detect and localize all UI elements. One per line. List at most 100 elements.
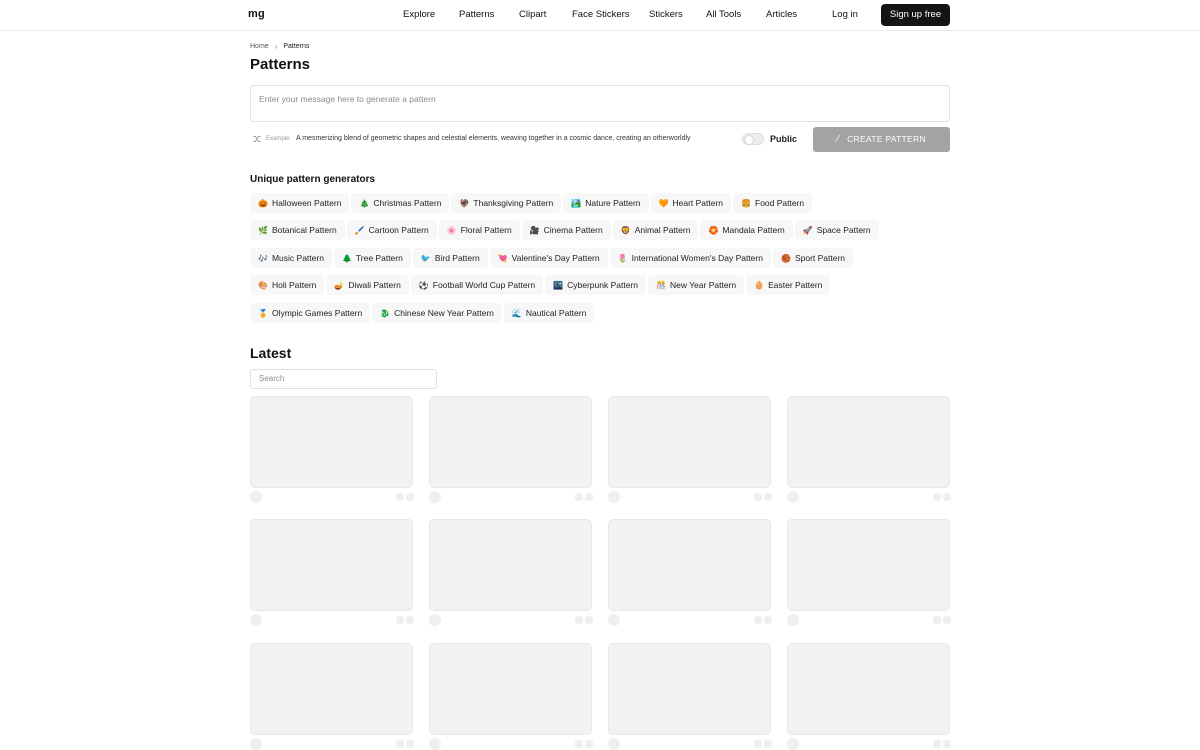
- public-toggle[interactable]: [742, 133, 764, 145]
- action-icon-placeholder: [575, 740, 583, 748]
- generator-chip[interactable]: 🦃 Thanksgiving Pattern: [451, 193, 562, 213]
- generator-label: New Year Pattern: [669, 280, 737, 290]
- generator-label: Valentine's Day Pattern: [511, 253, 600, 263]
- generator-label: Thanksgiving Pattern: [473, 198, 554, 208]
- example-label: Example:: [266, 136, 292, 142]
- generator-label: Heart Pattern: [672, 198, 724, 208]
- generator-emoji-icon: 🦁: [620, 225, 631, 235]
- generator-label: Cyberpunk Pattern: [567, 280, 638, 290]
- generator-row: 🎶 Music Pattern 🌲 Tree Pattern 🐦 Bird Pattern…: [250, 248, 854, 268]
- generator-chip[interactable]: 🏅 Olympic Games Pattern: [250, 303, 371, 323]
- generator-emoji-icon: 🌊: [511, 308, 522, 318]
- pattern-card-placeholder[interactable]: [787, 396, 950, 488]
- action-icon-placeholder: [396, 493, 404, 501]
- generator-chip[interactable]: 🎄 Christmas Pattern: [351, 193, 450, 213]
- generator-chip[interactable]: 🖌️ Cartoon Pattern: [346, 220, 437, 240]
- generator-emoji-icon: 🌃: [553, 280, 564, 290]
- generators-title: Unique pattern generators: [250, 174, 376, 185]
- generator-chip[interactable]: 🥚 Easter Pattern: [746, 275, 831, 295]
- avatar-placeholder: [429, 491, 441, 503]
- action-icon-placeholder: [943, 493, 951, 501]
- action-icon-placeholder: [406, 493, 414, 501]
- page-title: Patterns: [250, 56, 311, 73]
- site-logo[interactable]: mg: [248, 8, 265, 20]
- prompt-placeholder: Enter your message here to generate a pa…: [259, 94, 436, 104]
- generator-emoji-icon: 🎶: [258, 253, 268, 263]
- breadcrumb: Home › Patterns: [250, 42, 309, 51]
- generator-chip[interactable]: ⚽ Football World Cup Pattern: [410, 275, 544, 295]
- breadcrumb-current: Patterns: [283, 43, 310, 50]
- generator-chip[interactable]: 🏀 Sport Pattern: [772, 248, 854, 268]
- breadcrumb-home[interactable]: Home: [250, 43, 269, 50]
- avatar-placeholder: [429, 738, 441, 750]
- pattern-card-placeholder[interactable]: [250, 396, 413, 488]
- generator-chip[interactable]: 🌷 International Women's Day Pattern: [609, 248, 771, 268]
- action-icon-placeholder: [933, 616, 941, 624]
- shuffle-icon[interactable]: [253, 135, 261, 143]
- pattern-card-placeholder[interactable]: [429, 396, 592, 488]
- generator-emoji-icon: 🧡: [658, 198, 669, 208]
- pattern-card-placeholder[interactable]: [608, 519, 771, 611]
- search-input[interactable]: Search: [250, 369, 437, 389]
- action-icon-placeholder: [764, 740, 772, 748]
- generator-chip[interactable]: 🌲 Tree Pattern: [333, 248, 411, 268]
- generator-chip[interactable]: 🌊 Nautical Pattern: [503, 303, 595, 323]
- generator-emoji-icon: 💘: [497, 253, 508, 263]
- nav-articles[interactable]: Articles: [766, 9, 797, 20]
- pattern-card-placeholder[interactable]: [429, 519, 592, 611]
- generator-chip[interactable]: 🎥 Cinema Pattern: [521, 220, 611, 240]
- generator-label: International Women's Day Pattern: [631, 253, 763, 263]
- generator-label: Cinema Pattern: [543, 225, 603, 235]
- generator-row: 🎃 Halloween Pattern 🎄 Christmas Pattern 🦃 Tha…: [250, 193, 813, 213]
- generator-chip[interactable]: 🎃 Halloween Pattern: [250, 193, 350, 213]
- avatar-placeholder: [608, 738, 620, 750]
- generator-label: Holi Pattern: [271, 280, 317, 290]
- nav-clipart[interactable]: Clipart: [519, 9, 546, 20]
- generator-chip[interactable]: 🎶 Music Pattern: [250, 248, 332, 268]
- nav-face-stickers[interactable]: Face Stickers: [572, 9, 630, 20]
- generator-chip[interactable]: 🏵️ Mandala Pattern: [700, 220, 793, 240]
- create-pattern-label: CREATE PATTERN: [847, 134, 926, 144]
- nav-explore[interactable]: Explore: [403, 9, 435, 20]
- generator-chip[interactable]: 🐉 Chinese New Year Pattern: [372, 303, 502, 323]
- generator-chip[interactable]: 🌿 Botanical Pattern: [250, 220, 345, 240]
- action-icon-placeholder: [575, 616, 583, 624]
- generator-chip[interactable]: 🐦 Bird Pattern: [412, 248, 488, 268]
- generator-chip[interactable]: 🏞️ Nature Pattern: [563, 193, 649, 213]
- action-icon-placeholder: [933, 740, 941, 748]
- generator-chip[interactable]: 🌸 Floral Pattern: [438, 220, 520, 240]
- generator-chip[interactable]: 🌃 Cyberpunk Pattern: [545, 275, 646, 295]
- top-nav-bar: mg Explore Patterns Clipart Face Sticker…: [0, 0, 1200, 31]
- signup-button[interactable]: Sign up free: [881, 4, 950, 26]
- generator-emoji-icon: 🎄: [359, 198, 370, 208]
- generator-chip[interactable]: 🪔 Diwali Pattern: [326, 275, 409, 295]
- generator-label: Sport Pattern: [794, 253, 846, 263]
- action-icon-placeholder: [585, 740, 593, 748]
- generator-chip[interactable]: 🍔 Food Pattern: [733, 193, 813, 213]
- prompt-input[interactable]: Enter your message here to generate a pa…: [250, 85, 950, 122]
- login-link[interactable]: Log in: [832, 9, 858, 20]
- create-pattern-button[interactable]: ⁄ CREATE PATTERN: [813, 127, 950, 152]
- generator-chip[interactable]: 🧡 Heart Pattern: [650, 193, 732, 213]
- pattern-card-placeholder[interactable]: [429, 643, 592, 735]
- pattern-card-placeholder[interactable]: [787, 519, 950, 611]
- generator-label: Easter Pattern: [768, 280, 823, 290]
- generator-label: Nautical Pattern: [525, 308, 587, 318]
- nav-stickers[interactable]: Stickers: [649, 9, 683, 20]
- action-icon-placeholder: [396, 616, 404, 624]
- nav-all-tools[interactable]: All Tools: [706, 9, 741, 20]
- generator-chip[interactable]: 🚀 Space Pattern: [794, 220, 879, 240]
- generator-chip[interactable]: 💘 Valentine's Day Pattern: [489, 248, 608, 268]
- generator-chip[interactable]: 🎨 Holi Pattern: [250, 275, 325, 295]
- generator-chip[interactable]: 🎊 New Year Pattern: [647, 275, 745, 295]
- example-prompt-text[interactable]: A mesmerizing blend of geometric shapes …: [296, 135, 691, 142]
- pattern-card-placeholder[interactable]: [787, 643, 950, 735]
- generator-chip[interactable]: 🦁 Animal Pattern: [612, 220, 699, 240]
- nav-patterns[interactable]: Patterns: [459, 9, 494, 20]
- pattern-card-placeholder[interactable]: [608, 396, 771, 488]
- pattern-card-placeholder[interactable]: [608, 643, 771, 735]
- toggle-knob: [744, 135, 754, 145]
- pattern-card-placeholder[interactable]: [250, 643, 413, 735]
- action-icon-placeholder: [933, 493, 941, 501]
- pattern-card-placeholder[interactable]: [250, 519, 413, 611]
